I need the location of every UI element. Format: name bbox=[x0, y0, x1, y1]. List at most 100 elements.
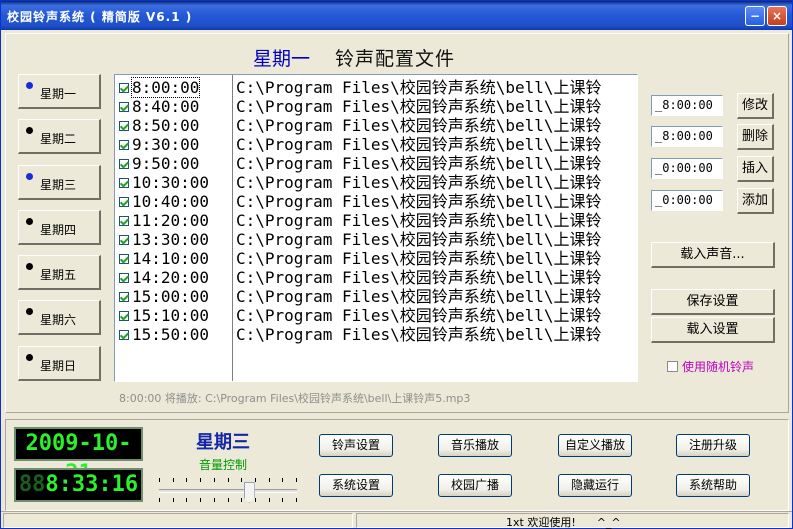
slider-tick bbox=[227, 498, 229, 502]
schedule-row[interactable]: 8:00:00 C:\Program Files\校园铃声系统\bell\上课铃 bbox=[115, 77, 637, 98]
row-checkbox[interactable] bbox=[119, 330, 129, 340]
schedule-row[interactable]: 13:30:00 C:\Program Files\校园铃声系统\bell\上课铃 bbox=[115, 230, 637, 249]
row-sound-path: C:\Program Files\校园铃声系统\bell\上课铃 bbox=[236, 192, 602, 211]
campus-broadcast-button[interactable]: 校园广播 bbox=[438, 474, 512, 497]
row-checkbox[interactable] bbox=[119, 235, 129, 245]
schedule-row[interactable]: 14:10:00 C:\Program Files\校园铃声系统\bell\上课铃 bbox=[115, 249, 637, 268]
day-button-wed[interactable]: 星期三 bbox=[18, 165, 101, 200]
row-sound-path: C:\Program Files\校园铃声系统\bell\上课铃 bbox=[236, 287, 602, 306]
slider-tick bbox=[254, 498, 256, 502]
schedule-row[interactable]: 10:40:00 C:\Program Files\校园铃声系统\bell\上课铃 bbox=[115, 192, 637, 211]
slider-tick bbox=[200, 478, 202, 482]
row-time: 9:50:00 bbox=[132, 154, 200, 173]
save-settings-button[interactable]: 保存设置 bbox=[651, 289, 775, 315]
minimize-button[interactable]: − bbox=[745, 6, 765, 26]
day-button-sun[interactable]: 星期日 bbox=[18, 346, 101, 381]
load-sound-button[interactable]: 载入声音... bbox=[651, 242, 775, 268]
row-checkbox[interactable] bbox=[119, 197, 129, 207]
load-settings-button[interactable]: 载入设置 bbox=[651, 317, 775, 343]
next-play-status: 8:00:00 将播放: C:\Program Files\校园铃声系统\bel… bbox=[119, 392, 471, 405]
slider-tick bbox=[159, 498, 160, 502]
row-checkbox[interactable] bbox=[119, 159, 129, 169]
row-sound-path: C:\Program Files\校园铃声系统\bell\上课铃 bbox=[236, 97, 602, 116]
row-sound-path: C:\Program Files\校园铃声系统\bell\上课铃 bbox=[236, 116, 602, 135]
schedule-row[interactable]: 10:30:00 C:\Program Files\校园铃声系统\bell\上课铃 bbox=[115, 173, 637, 192]
insert-button[interactable]: 插入 bbox=[737, 156, 774, 182]
music-play-button[interactable]: 音乐播放 bbox=[438, 434, 512, 457]
row-time: 11:20:00 bbox=[132, 211, 210, 230]
row-checkbox[interactable] bbox=[119, 140, 129, 150]
modify-button[interactable]: 修改 bbox=[737, 93, 774, 119]
row-sound-path: C:\Program Files\校园铃声系统\bell\上课铃 bbox=[236, 306, 602, 325]
slider-tick bbox=[213, 498, 215, 502]
add-button[interactable]: 添加 bbox=[737, 188, 774, 214]
schedule-row[interactable]: 9:30:00 C:\Program Files\校园铃声系统\bell\上课铃 bbox=[115, 135, 637, 154]
day-label: 星期六 bbox=[40, 313, 77, 327]
delete-button[interactable]: 删除 bbox=[737, 124, 774, 150]
date-display: 2009-10-21 bbox=[14, 427, 143, 486]
indicator-dot-icon bbox=[26, 127, 33, 134]
day-button-fri[interactable]: 星期五 bbox=[18, 255, 101, 290]
slider-tick bbox=[172, 498, 174, 502]
time-field-2[interactable]: _8:00:00 bbox=[651, 126, 723, 147]
time-field-3[interactable]: _0:00:00 bbox=[651, 158, 723, 179]
register-upgrade-button[interactable]: 注册升级 bbox=[676, 434, 750, 457]
row-checkbox[interactable] bbox=[119, 254, 129, 264]
row-sound-path: C:\Program Files\校园铃声系统\bell\上课铃 bbox=[236, 325, 602, 344]
day-button-tue[interactable]: 星期二 bbox=[18, 119, 101, 154]
row-checkbox[interactable] bbox=[119, 292, 129, 302]
system-help-button[interactable]: 系统帮助 bbox=[676, 474, 750, 497]
row-checkbox[interactable] bbox=[119, 273, 129, 283]
day-label: 星期一 bbox=[40, 87, 77, 101]
schedule-row[interactable]: 15:10:00 C:\Program Files\校园铃声系统\bell\上课铃 bbox=[115, 306, 637, 325]
schedule-row[interactable]: 14:20:00 C:\Program Files\校园铃声系统\bell\上课铃 bbox=[115, 268, 637, 287]
indicator-dot-icon bbox=[26, 354, 33, 361]
row-time: 15:10:00 bbox=[132, 306, 210, 325]
row-checkbox[interactable] bbox=[119, 216, 129, 226]
schedule-row[interactable]: 8:40:00 C:\Program Files\校园铃声系统\bell\上课铃 bbox=[115, 97, 637, 116]
indicator-dot-icon bbox=[26, 308, 33, 315]
day-label: 星期四 bbox=[40, 223, 77, 237]
custom-play-button[interactable]: 自定义播放 bbox=[558, 434, 632, 457]
row-checkbox[interactable] bbox=[119, 83, 129, 93]
row-checkbox[interactable] bbox=[119, 102, 129, 112]
indicator-dot-icon bbox=[26, 263, 33, 270]
time-field-4[interactable]: _0:00:00 bbox=[651, 190, 723, 211]
schedule-row[interactable]: 15:50:00 C:\Program Files\校园铃声系统\bell\上课铃 bbox=[115, 325, 637, 344]
indicator-dot-icon bbox=[26, 218, 33, 225]
system-settings-button[interactable]: 系统设置 bbox=[319, 474, 393, 497]
row-checkbox[interactable] bbox=[119, 121, 129, 131]
volume-label: 音量控制 bbox=[199, 458, 248, 472]
time-value: 8:33:16 bbox=[45, 472, 139, 497]
slider-tick bbox=[296, 498, 297, 502]
volume-slider-track[interactable] bbox=[159, 489, 297, 493]
schedule-row[interactable]: 9:50:00 C:\Program Files\校园铃声系统\bell\上课铃 bbox=[115, 154, 637, 173]
bell-settings-button[interactable]: 铃声设置 bbox=[319, 434, 393, 457]
hide-run-button[interactable]: 隐藏运行 bbox=[558, 474, 632, 497]
random-bell-label: 使用随机铃声 bbox=[682, 360, 755, 374]
schedule-row[interactable]: 11:20:00 C:\Program Files\校园铃声系统\bell\上课铃 bbox=[115, 211, 637, 230]
slider-tick bbox=[213, 478, 215, 482]
close-button[interactable]: × bbox=[767, 6, 787, 26]
time-field-1[interactable]: _8:00:00 bbox=[651, 95, 723, 116]
volume-ticks-top bbox=[159, 478, 297, 484]
slider-tick bbox=[241, 498, 243, 502]
random-bell-checkbox[interactable]: 使用随机铃声 bbox=[667, 358, 754, 375]
row-sound-path: C:\Program Files\校园铃声系统\bell\上课铃 bbox=[236, 268, 602, 287]
schedule-row[interactable]: 15:00:00 C:\Program Files\校园铃声系统\bell\上课铃 bbox=[115, 287, 637, 306]
day-label: 星期三 bbox=[40, 178, 77, 192]
volume-ticks-bottom bbox=[159, 498, 297, 504]
day-button-mon[interactable]: 星期一 bbox=[18, 74, 101, 109]
row-time: 14:10:00 bbox=[132, 249, 210, 268]
row-time: 10:40:00 bbox=[132, 192, 210, 211]
slider-tick bbox=[268, 478, 270, 482]
row-checkbox[interactable] bbox=[119, 178, 129, 188]
slider-tick bbox=[241, 478, 243, 482]
day-button-sat[interactable]: 星期六 bbox=[18, 300, 101, 335]
schedule-row[interactable]: 8:50:00 C:\Program Files\校园铃声系统\bell\上课铃 bbox=[115, 116, 637, 135]
day-button-thu[interactable]: 星期四 bbox=[18, 210, 101, 245]
time-display: 888:33:16 bbox=[14, 468, 143, 502]
schedule-list[interactable]: 8:00:00 C:\Program Files\校园铃声系统\bell\上课铃 8… bbox=[114, 74, 638, 382]
title-bar[interactable]: 校园铃声系统 ( 精简版 V6.1 ) − × bbox=[1, 1, 792, 30]
row-checkbox[interactable] bbox=[119, 311, 129, 321]
